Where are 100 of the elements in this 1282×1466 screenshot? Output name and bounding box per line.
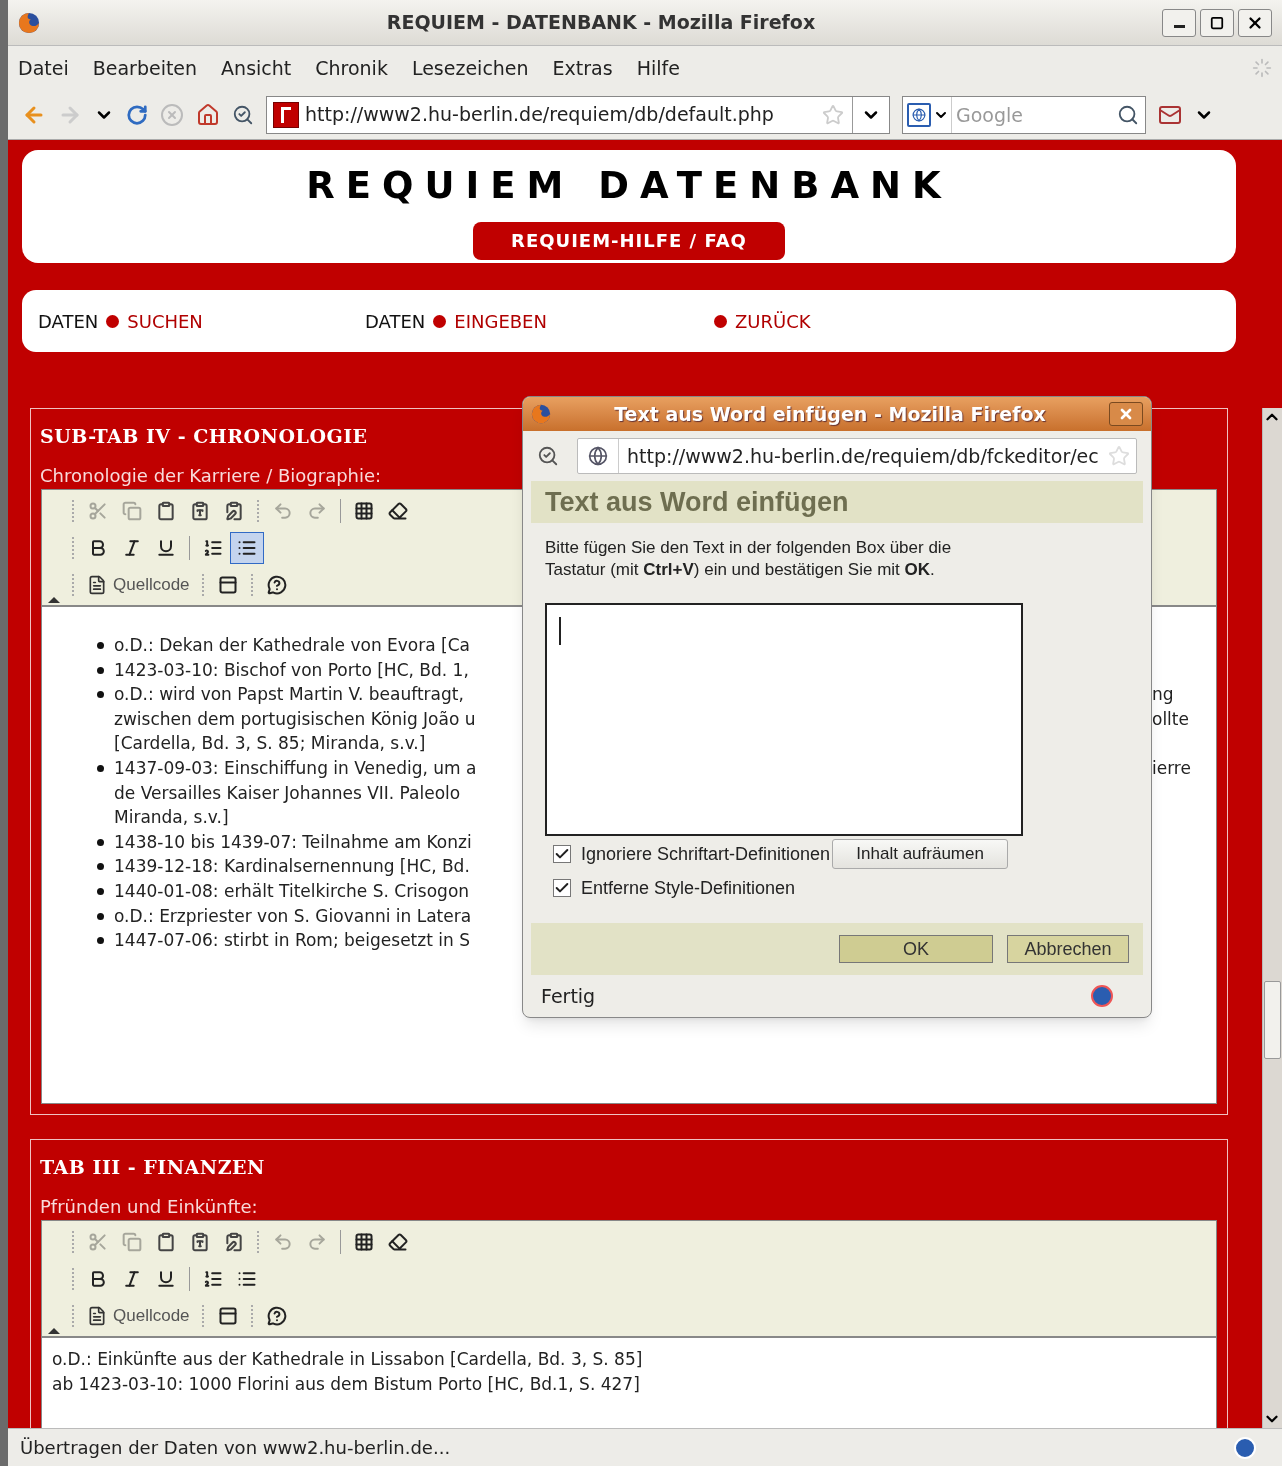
section-title: SUB-TAB IV - CHRONOLOGIE xyxy=(39,424,369,450)
source-button[interactable]: Quellcode xyxy=(81,569,196,600)
minimize-button[interactable] xyxy=(1162,8,1196,37)
menu-item[interactable]: Bearbeiten xyxy=(92,53,198,83)
reload-icon[interactable] xyxy=(126,103,148,126)
cleanup-button[interactable]: Inhalt aufräumen xyxy=(832,839,1009,869)
checkbox-label: Entferne Style-Definitionen xyxy=(581,876,796,900)
document-icon xyxy=(87,1305,107,1326)
globe-logo-icon xyxy=(531,404,551,424)
bullet-icon xyxy=(97,666,104,674)
nav-link[interactable]: SUCHEN xyxy=(127,307,203,335)
scissors-icon xyxy=(88,1231,108,1252)
menu-item[interactable]: Ansicht xyxy=(221,53,292,83)
menu-item[interactable]: Lesezeichen xyxy=(411,53,529,83)
grid-icon xyxy=(354,1231,374,1252)
bookmark-star-icon[interactable] xyxy=(1108,445,1130,467)
list-text: 1439-12-18: Kardinalsernennung [HC, Bd. xyxy=(114,855,470,879)
dialog-close-button[interactable] xyxy=(1109,402,1143,426)
paragraph-text: o.D.: Einkünfte aus der Kathedrale in Lissabon [Cardella, Bd. 3, S. 85] xyxy=(52,1348,643,1371)
list-text: o.D.: Erzpriester von S. Giovanni in Latera xyxy=(114,904,472,928)
source-button[interactable]: Quellcode xyxy=(81,1300,196,1331)
list-text: Miranda, s.v.] xyxy=(114,806,229,830)
list-text: zwischen dem portugisischen König João u xyxy=(114,707,476,731)
field-label: Chronologie der Karriere / Biographie: xyxy=(39,464,383,488)
collapse-icon[interactable] xyxy=(48,597,60,603)
numbered-list-icon xyxy=(203,537,223,558)
list-text: o.D.: wird von Papst Martin V. beauftragt, xyxy=(114,683,464,707)
undo-icon xyxy=(273,500,293,521)
instructions-text: Bitte fügen Sie den Text in der folgenden Box über die Tastatur (mit Ctrl+V) ein und bestätigen Sie mit OK. xyxy=(545,537,953,581)
nav-text: DATEN xyxy=(38,309,99,334)
panel-icon xyxy=(217,1305,238,1326)
italic-icon xyxy=(122,537,142,558)
clipboard-icon xyxy=(190,500,210,521)
maximize-button[interactable] xyxy=(1200,8,1234,37)
eraser-icon xyxy=(388,1231,408,1252)
scrollbar[interactable] xyxy=(1262,408,1282,1428)
menu-item[interactable]: Datei xyxy=(18,53,69,83)
search-icon[interactable] xyxy=(1117,103,1139,126)
clipboard-icon xyxy=(156,1231,176,1252)
scrollbar-thumb[interactable] xyxy=(1264,981,1281,1059)
url-text: http://www2.hu-berlin.de/requiem/db/default.php xyxy=(305,102,775,128)
minimize-icon xyxy=(1173,25,1185,28)
bullet-icon xyxy=(97,937,104,945)
clipboard-icon xyxy=(224,500,244,521)
list-text: ierre xyxy=(1152,756,1192,780)
list-text: ollte xyxy=(1152,707,1190,731)
bullet-icon xyxy=(97,764,104,772)
redo-icon xyxy=(307,500,327,521)
eraser-icon xyxy=(388,500,408,521)
editor-area[interactable]: o.D.: Einkünfte aus der Kathedrale in Lissabon [Cardella, Bd. 3, S. 85] ab 1423-03-10: 1000 Florini aus dem Bistum Porto [HC, Bd.1, S. 427] xyxy=(42,1338,1216,1428)
grid-icon xyxy=(354,500,374,521)
copy-icon xyxy=(122,500,142,521)
paste-area[interactable] xyxy=(545,603,1023,836)
list-text: de Versailles Kaiser Johannes VII. Paleolo xyxy=(114,781,461,805)
ok-button[interactable]: OK xyxy=(839,935,993,963)
list-text: 1438-10 bis 1439-07: Teilnahme am Konzi xyxy=(114,830,472,854)
nav-text: DATEN xyxy=(365,309,426,334)
url-text: http://www2.hu-berlin.de/requiem/db/fckeditor/ec xyxy=(626,443,1100,469)
bullet-icon xyxy=(97,887,104,895)
checkbox[interactable] xyxy=(553,845,571,863)
magnifier-icon[interactable] xyxy=(232,103,254,126)
bullet-icon xyxy=(97,838,104,846)
bullet-icon xyxy=(97,642,104,649)
underline-icon xyxy=(156,1268,176,1289)
list-text: 1440-01-08: erhält Titelkirche S. Crisogon xyxy=(114,879,470,903)
dialog-status-text: Fertig xyxy=(541,983,597,1009)
list-text: [Cardella, Bd. 3, S. 85; Miranda, s.v.] xyxy=(114,732,426,756)
redo-icon xyxy=(307,1231,327,1252)
address-field[interactable]: http://www2.hu-berlin.de/requiem/db/default.php xyxy=(266,95,890,134)
undo-icon xyxy=(273,1231,293,1252)
document-icon xyxy=(87,574,107,595)
nav-link[interactable]: ZURÜCK xyxy=(735,307,811,335)
search-engine-icon[interactable] xyxy=(907,102,931,127)
clipboard-icon xyxy=(156,500,176,521)
bullet-icon xyxy=(97,912,104,920)
bookmark-star-icon[interactable] xyxy=(822,103,844,126)
checkbox[interactable] xyxy=(553,879,571,897)
menu-item[interactable]: Hilfe xyxy=(636,53,680,83)
scissors-icon xyxy=(88,500,108,521)
menu-item[interactable]: Chronik xyxy=(315,53,388,83)
checkbox-label: Ignoriere Schriftart-Definitionen xyxy=(581,842,831,866)
numbered-list-icon xyxy=(203,1268,223,1289)
home-icon[interactable] xyxy=(196,102,220,127)
cancel-button[interactable]: Abbrechen xyxy=(1007,935,1129,963)
nav-link[interactable]: EINGEBEN xyxy=(454,307,547,335)
globe-logo-icon xyxy=(18,11,40,34)
menu-item[interactable]: Extras xyxy=(552,53,613,83)
collapse-icon[interactable] xyxy=(48,1328,60,1334)
list-text: 1447-07-06: stirbt in Rom; beigesetzt in S xyxy=(114,929,470,953)
site-icon xyxy=(273,101,299,128)
bullet-list-button[interactable] xyxy=(230,531,264,564)
panel-icon xyxy=(217,574,238,595)
help-icon xyxy=(266,1305,287,1326)
bullet-icon xyxy=(97,691,104,699)
close-button[interactable] xyxy=(1238,8,1272,37)
search-input[interactable]: Google xyxy=(951,96,1111,133)
bullet-icon xyxy=(97,863,104,871)
search-field[interactable]: Google xyxy=(902,95,1146,134)
magnifier-icon[interactable] xyxy=(537,445,559,467)
help-button[interactable]: REQUIEM-HILFE / FAQ xyxy=(473,221,785,260)
